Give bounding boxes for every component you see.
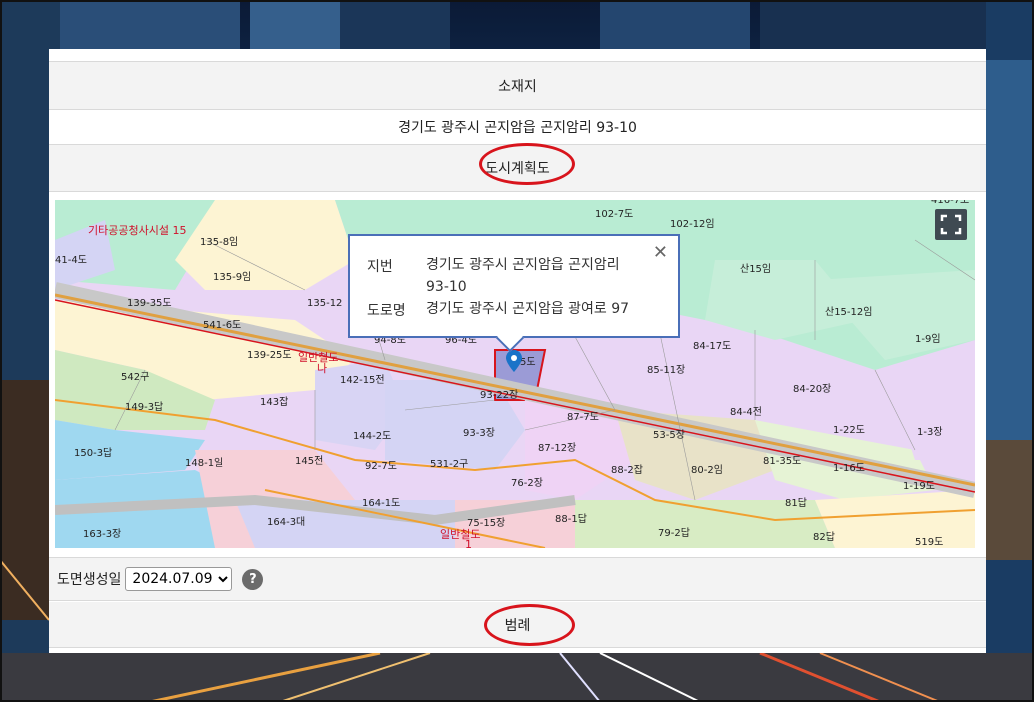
zoning-label: 나: [317, 362, 327, 375]
parcel-label: 149-3답: [125, 401, 163, 413]
road-name-value: 경기도 광주시 곤지암읍 광여로 97: [426, 301, 630, 317]
parcel-label: 84-17도: [693, 341, 731, 352]
parcel-label: 80-2임: [691, 463, 723, 476]
parcel-label: 1-22도: [833, 425, 865, 436]
parcel-label: 542구: [121, 372, 149, 383]
parcel-label: 531-2구: [430, 459, 468, 470]
parcel-label: 84-20장: [793, 383, 831, 395]
parcel-label: 79-2답: [658, 527, 690, 539]
location-header: 소재지: [49, 61, 986, 110]
parcel-info-popup: 지번 경기도 광주시 곤지암읍 곤지암리 93-10 도로명 경기도 광주시 곤…: [348, 234, 680, 353]
parcel-label: 76-2장: [511, 477, 543, 489]
parcel-label: 93-22장: [480, 389, 518, 401]
parcel-label: 88-2잡: [611, 464, 643, 476]
close-icon[interactable]: ✕: [653, 242, 668, 263]
parcel-label: 541-6도: [203, 320, 241, 331]
parcel-label: 87-7도: [567, 412, 599, 423]
lot-number-key: 지번: [367, 259, 393, 275]
city-plan-map[interactable]: 102-7도 102-12임 135-8임 41-4도 135-9임 135-12 139-…: [55, 200, 975, 548]
parcel-label: 41-4도: [55, 255, 87, 266]
drawing-date-label: 도면생성일: [57, 572, 122, 588]
parcel-label: 102-12임: [670, 217, 715, 230]
fullscreen-button[interactable]: [935, 209, 967, 240]
parcel-label: 산15-12임: [825, 305, 872, 318]
parcel-label: 102-7도: [595, 209, 633, 220]
parcel-label: 519도: [915, 537, 943, 548]
parcel-label: 416-7도: [931, 200, 969, 206]
address-row: 경기도 광주시 곤지암읍 곤지암리 93-10: [49, 110, 986, 145]
lot-number-value: 경기도 광주시 곤지암읍 곤지암리 93-10: [426, 257, 620, 295]
parcel-label: 148-1일: [185, 457, 223, 469]
parcel-label: 1-3장: [917, 426, 943, 438]
road-name-key: 도로명: [367, 303, 406, 319]
location-header-label: 소재지: [498, 78, 537, 95]
parcel-label: 163-3장: [83, 528, 121, 540]
highlight-ellipse-legend: [484, 604, 575, 646]
zoning-label: 1: [465, 538, 472, 548]
zoning-label: 기타공공청사시설 15: [88, 224, 186, 237]
parcel-label: 150-3답: [74, 447, 112, 459]
parcel-label: 145전: [295, 455, 323, 467]
parcel-label: 143잡: [260, 396, 288, 408]
parcel-label: 135-8임: [200, 235, 238, 248]
parcel-label: 135-12: [307, 298, 342, 309]
parcel-label: 164-3대: [267, 516, 305, 528]
parcel-label: 1-9임: [915, 332, 941, 345]
parcel-label: 87-12장: [538, 442, 576, 454]
parcel-label: 81답: [785, 497, 807, 509]
parcel-label: 144-2도: [353, 431, 391, 442]
land-info-panel: 소재지 경기도 광주시 곤지암읍 곤지암리 93-10 도시계획도 102-7도…: [49, 49, 986, 653]
parcel-label: 92-7도: [365, 461, 397, 472]
zoning-label: 일반철도: [440, 527, 480, 541]
parcel-label: 135-9임: [213, 270, 251, 283]
address-text: 경기도 광주시 곤지암읍 곤지암리 93-10: [398, 120, 637, 136]
parcel-label: 산15임: [740, 262, 771, 275]
parcel-label: 93-3장: [463, 427, 495, 439]
help-icon[interactable]: ?: [242, 568, 264, 590]
parcel-label: 53-5장: [653, 429, 685, 441]
fullscreen-icon: [940, 214, 962, 235]
parcel-label: 139-25도: [247, 350, 292, 361]
parcel-label: 82답: [813, 531, 835, 543]
parcel-label: 5도: [520, 357, 536, 368]
drawing-date-row: 도면생성일 2024.07.09 ?: [49, 557, 986, 601]
highlight-ellipse-city-plan: [479, 143, 575, 185]
parcel-label: 164-1도: [362, 498, 400, 509]
parcel-label: 84-4전: [730, 406, 762, 418]
parcel-label: 88-1답: [555, 513, 587, 525]
parcel-label: 142-15전: [340, 374, 385, 386]
parcel-label: 1-19도: [903, 481, 935, 492]
drawing-date-select[interactable]: 2024.07.09: [125, 567, 233, 591]
parcel-label: 81-35도: [763, 456, 801, 467]
parcel-label: 1-16도: [833, 463, 865, 474]
parcel-label: 139-35도: [127, 298, 172, 309]
parcel-label: 85-11장: [647, 364, 685, 376]
